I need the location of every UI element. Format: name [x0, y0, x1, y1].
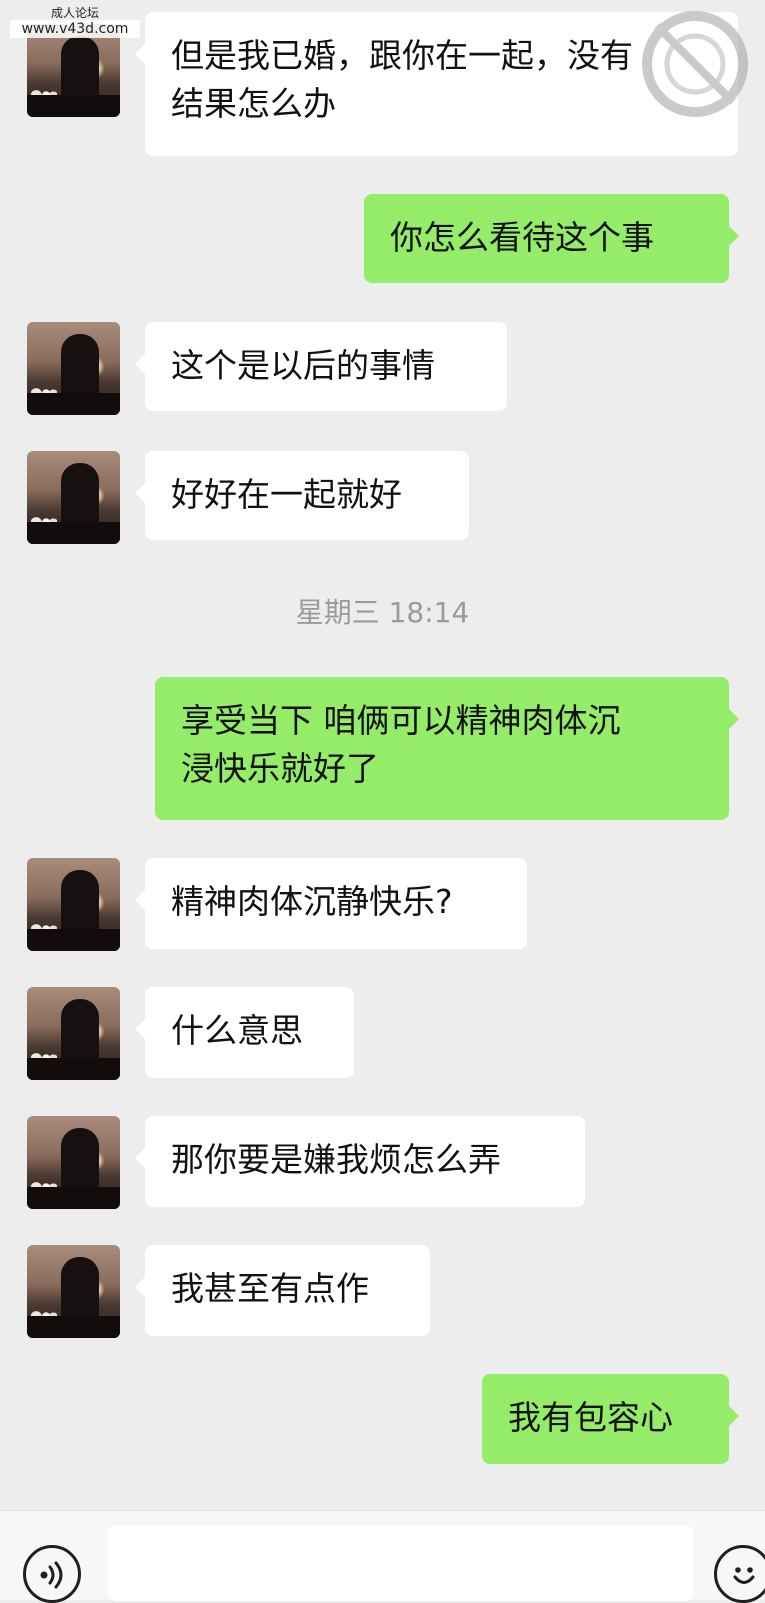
message-text-line: 精神肉体沉静快乐?	[171, 882, 453, 921]
contact-avatar[interactable]	[27, 1116, 120, 1209]
incoming-message-bubble[interactable]: 那你要是嫌我烦怎么弄	[135, 1116, 585, 1207]
message-text-line: 我有包容心	[508, 1398, 673, 1437]
watermark-top-left: 成人论坛 www.v43d.com	[10, 6, 140, 38]
chat-thread[interactable]: 但是我已婚，跟你在一起，没有 结果怎么办 你怎么看待这个事 这个是以后的事情 好…	[0, 0, 765, 1510]
message-row: 你怎么看待这个事	[0, 194, 765, 283]
outgoing-message-bubble[interactable]: 我有包容心	[482, 1374, 739, 1464]
contact-avatar[interactable]	[27, 451, 120, 544]
message-text-line: 好好在一起就好	[171, 475, 402, 514]
message-row: 什么意思	[0, 987, 765, 1080]
circular-watermark-icon	[642, 11, 748, 117]
contact-avatar[interactable]	[27, 987, 120, 1080]
emoji-icon[interactable]	[714, 1545, 765, 1603]
message-row: 那你要是嫌我烦怎么弄	[0, 1116, 765, 1209]
voice-icon[interactable]	[23, 1545, 81, 1603]
contact-avatar[interactable]	[27, 322, 120, 415]
incoming-message-bubble[interactable]: 什么意思	[135, 987, 354, 1078]
incoming-message-bubble[interactable]: 这个是以后的事情	[135, 322, 507, 411]
message-text-line: 享受当下 咱俩可以精神肉体沉	[181, 701, 621, 740]
contact-avatar[interactable]	[27, 858, 120, 951]
message-row: 我有包容心	[0, 1374, 765, 1464]
incoming-message-bubble[interactable]: 精神肉体沉静快乐?	[135, 858, 527, 949]
message-text-line: 什么意思	[171, 1011, 303, 1050]
message-text-line: 你怎么看待这个事	[390, 218, 654, 257]
chat-input-bar	[0, 1510, 765, 1603]
watermark-label: 成人论坛	[50, 6, 99, 20]
incoming-message-bubble[interactable]: 我甚至有点作	[135, 1245, 430, 1336]
message-text-line: 浸快乐就好了	[181, 749, 379, 788]
outgoing-message-bubble[interactable]: 享受当下 咱俩可以精神肉体沉 浸快乐就好了	[155, 677, 739, 820]
incoming-message-bubble[interactable]: 好好在一起就好	[135, 451, 469, 540]
contact-avatar[interactable]	[27, 1245, 120, 1338]
message-text-line: 这个是以后的事情	[171, 346, 435, 385]
message-row: 精神肉体沉静快乐?	[0, 858, 765, 951]
message-text-line: 结果怎么办	[171, 84, 336, 123]
message-text-line: 那你要是嫌我烦怎么弄	[171, 1140, 501, 1179]
outgoing-message-bubble[interactable]: 你怎么看待这个事	[364, 194, 739, 283]
message-timestamp: 星期三 18:14	[295, 596, 470, 629]
message-text-line: 我甚至有点作	[171, 1269, 369, 1308]
message-row: 这个是以后的事情	[0, 322, 765, 415]
watermark-url: www.v43d.com	[10, 20, 140, 38]
message-row: 享受当下 咱俩可以精神肉体沉 浸快乐就好了	[0, 677, 765, 820]
message-row: 好好在一起就好	[0, 451, 765, 544]
message-input[interactable]	[108, 1525, 693, 1601]
message-text-line: 但是我已婚，跟你在一起，没有	[171, 36, 633, 75]
message-row: 我甚至有点作	[0, 1245, 765, 1338]
